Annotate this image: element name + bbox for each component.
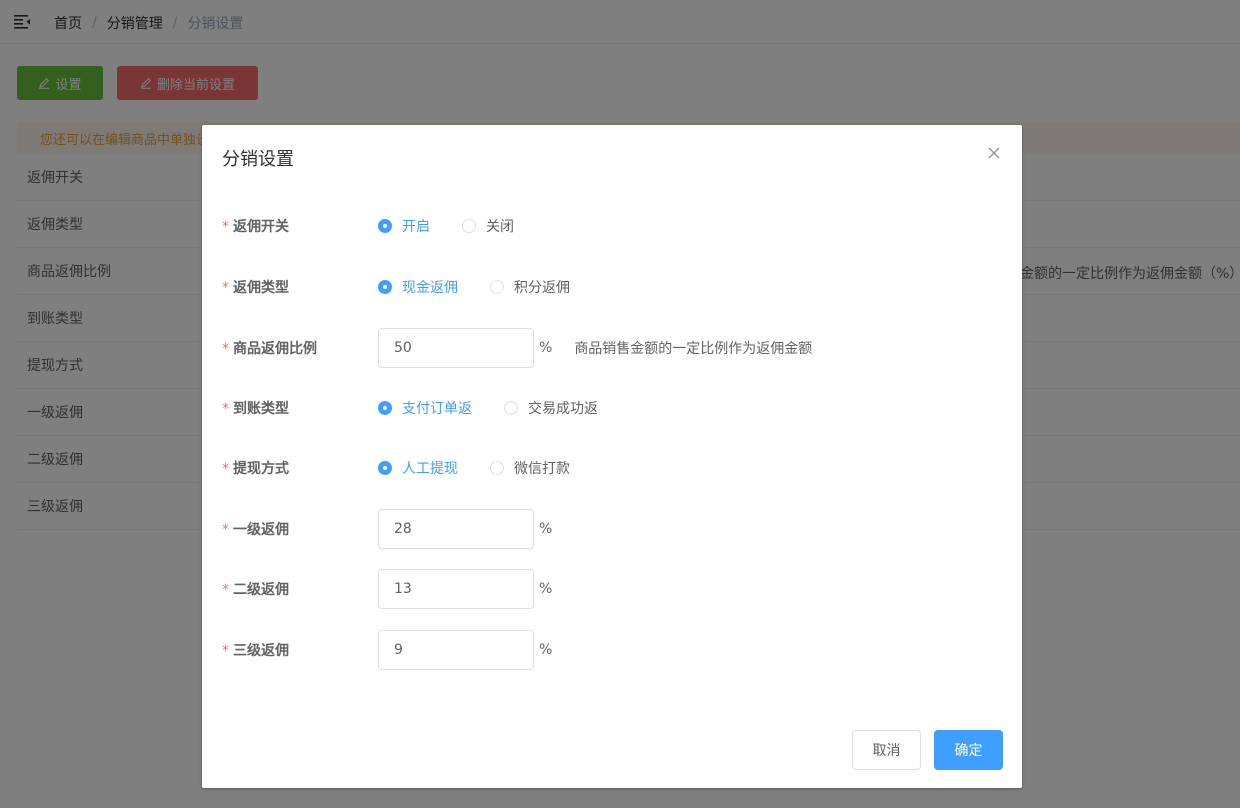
radio-label: 微信打款 (514, 461, 570, 477)
radio-group-type: 现金返佣 积分返佣 (378, 277, 602, 297)
required-asterisk: * (222, 582, 229, 598)
radio-unchecked-icon (490, 280, 504, 294)
form-row-ratio: *商品返佣比例 % 商品销售金额的一定比例作为返佣金额 (222, 328, 1002, 368)
level3-control: % (378, 630, 552, 670)
confirm-button[interactable]: 确定 (934, 730, 1003, 770)
level1-control: % (378, 509, 552, 549)
radio-checked-icon (378, 461, 392, 475)
radio-arrival-on-payment[interactable]: 支付订单返 (378, 398, 472, 418)
required-asterisk: * (222, 643, 229, 659)
level3-input[interactable] (378, 630, 534, 670)
form-label: * 二级返佣 (222, 579, 378, 599)
ratio-hint: 商品销售金额的一定比例作为返佣金额 (574, 341, 813, 357)
form-row-arrival: * 到账类型 支付订单返 交易成功返 (222, 388, 1002, 428)
form-label: * 商品返佣比例 (222, 338, 378, 358)
form-label-text: 返佣类型 (233, 280, 289, 296)
form-label: * 返佣类型 (222, 277, 378, 297)
distribution-settings-dialog: 分销设置 * 返佣开关 开启 关闭 * 返佣类型 现金返佣 积分返佣 * 商品返佣比例… (202, 125, 1022, 788)
radio-checked-icon (378, 280, 392, 294)
radio-arrival-on-success[interactable]: 交易成功返 (504, 398, 598, 418)
radio-label: 人工提现 (402, 461, 458, 477)
radio-label: 现金返佣 (402, 280, 458, 296)
radio-type-cash[interactable]: 现金返佣 (378, 277, 458, 297)
form-row-withdraw: * 提现方式 人工提现 微信打款 (222, 448, 1002, 488)
radio-label: 积分返佣 (514, 280, 570, 296)
radio-unchecked-icon (504, 401, 518, 415)
form-row-level3: *三级返佣 % (222, 630, 1002, 670)
form-row-switch: * 返佣开关 开启 关闭 (222, 206, 1002, 246)
form-label: * 一级返佣 (222, 519, 378, 539)
level2-control: % (378, 569, 552, 609)
form-label: * 到账类型 (222, 398, 378, 418)
ratio-input[interactable] (378, 328, 534, 368)
percent-unit: % (539, 581, 553, 597)
form-label: * 三级返佣 (222, 640, 378, 660)
required-asterisk: * (222, 401, 229, 417)
form-label-text: 三级返佣 (233, 643, 289, 659)
radio-group-switch: 开启 关闭 (378, 216, 546, 236)
radio-label: 交易成功返 (528, 401, 598, 417)
required-asterisk: * (222, 280, 229, 296)
radio-withdraw-manual[interactable]: 人工提现 (378, 458, 458, 478)
form-label: * 提现方式 (222, 458, 378, 478)
required-asterisk: * (222, 341, 229, 357)
form-row-level2: *二级返佣 % (222, 569, 1002, 609)
dialog-title: 分销设置 (222, 149, 294, 170)
radio-group-withdraw: 人工提现 微信打款 (378, 458, 602, 478)
radio-unchecked-icon (490, 461, 504, 475)
form-row-type: * 返佣类型 现金返佣 积分返佣 (222, 267, 1002, 307)
form-label-text: 商品返佣比例 (233, 341, 317, 357)
form-label-text: 提现方式 (233, 461, 289, 477)
percent-unit: % (539, 642, 553, 658)
required-asterisk: * (222, 522, 229, 538)
level1-input[interactable] (378, 509, 534, 549)
close-icon[interactable] (986, 145, 1002, 161)
percent-unit: % (539, 521, 553, 537)
form-label: * 返佣开关 (222, 216, 378, 236)
radio-label: 关闭 (486, 219, 514, 235)
form-label-text: 二级返佣 (233, 582, 289, 598)
form-label-text: 返佣开关 (233, 219, 289, 235)
radio-group-arrival: 支付订单返 交易成功返 (378, 398, 630, 418)
cancel-button[interactable]: 取消 (852, 730, 921, 770)
form-row-level1: *一级返佣 % (222, 509, 1002, 549)
radio-label: 支付订单返 (402, 401, 472, 417)
radio-switch-off[interactable]: 关闭 (462, 216, 514, 236)
radio-withdraw-wechat[interactable]: 微信打款 (490, 458, 570, 478)
level2-input[interactable] (378, 569, 534, 609)
form-label-text: 到账类型 (233, 401, 289, 417)
radio-checked-icon (378, 401, 392, 415)
required-asterisk: * (222, 219, 229, 235)
ratio-control: % 商品销售金额的一定比例作为返佣金额 (378, 328, 812, 368)
radio-switch-on[interactable]: 开启 (378, 216, 430, 236)
radio-checked-icon (378, 219, 392, 233)
percent-unit: % (539, 340, 553, 356)
radio-label: 开启 (402, 219, 430, 235)
required-asterisk: * (222, 461, 229, 477)
radio-unchecked-icon (462, 219, 476, 233)
radio-type-points[interactable]: 积分返佣 (490, 277, 570, 297)
form-label-text: 一级返佣 (233, 522, 289, 538)
